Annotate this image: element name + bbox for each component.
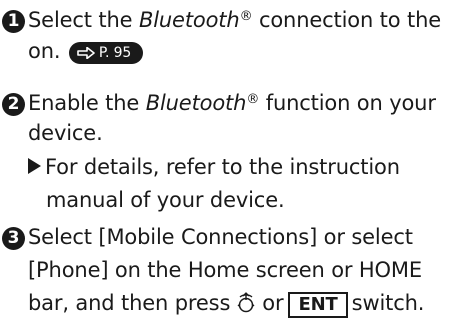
ent-switch-label: ENT [288, 292, 348, 318]
step-2-text-after: function on your [259, 91, 436, 115]
step-1-bluetooth: Bluetooth [138, 8, 240, 32]
step-2-number: 2 [2, 93, 25, 116]
step-1-text-before: Select the [28, 8, 139, 32]
step-1-line-2: on. P. 95 [28, 38, 144, 64]
step-2-note-text-1: For details, refer to the instruction [45, 155, 400, 179]
step-2-registered: ® [246, 92, 260, 107]
step-2-device: device. [28, 121, 103, 145]
triangle-bullet-icon [28, 158, 41, 174]
step-1-number: 1 [2, 10, 25, 33]
step-3-line-2: [Phone] on the Home screen or HOME [28, 257, 422, 283]
step-3-number: 3 [2, 227, 25, 250]
step-2-line-2: device. [28, 120, 103, 146]
step-2-text-before: Enable the [28, 91, 146, 115]
step-2-note-text-2: manual of your device. [46, 188, 285, 212]
step-3-text-3-after: switch. [351, 291, 425, 315]
step-2-line-1: 2 Enable the Bluetooth® function on your [2, 87, 436, 116]
step-3-line-3: bar, and then press or ENT switch. [28, 290, 424, 318]
step-1-text-after: connection to the [252, 8, 441, 32]
step-3-text-3-before: bar, and then press [28, 291, 231, 315]
step-1-on: on. [28, 39, 61, 63]
right-arrow-icon [77, 47, 95, 59]
step-3-text-2: [Phone] on the Home screen or HOME [28, 258, 423, 282]
step-3-text-1: Select [Mobile Connections] or select [28, 225, 413, 249]
step-1-line-1: 1 Select the Bluetooth® connection to the [2, 4, 441, 33]
page-reference-link[interactable]: P. 95 [68, 42, 144, 64]
step-2-note-line-1: For details, refer to the instruction [28, 154, 400, 180]
step-1-registered: ® [239, 9, 253, 24]
instruction-page: 1 Select the Bluetooth® connection to the… [0, 0, 451, 318]
step-2-note-line-2: manual of your device. [46, 187, 285, 213]
step-3-or: or [262, 291, 284, 315]
page-reference-label: P. 95 [98, 45, 132, 61]
selector-dial-icon [237, 292, 255, 313]
step-2-bluetooth: Bluetooth [145, 91, 247, 115]
step-3-line-1: 3 Select [Mobile Connections] or select [2, 224, 413, 250]
